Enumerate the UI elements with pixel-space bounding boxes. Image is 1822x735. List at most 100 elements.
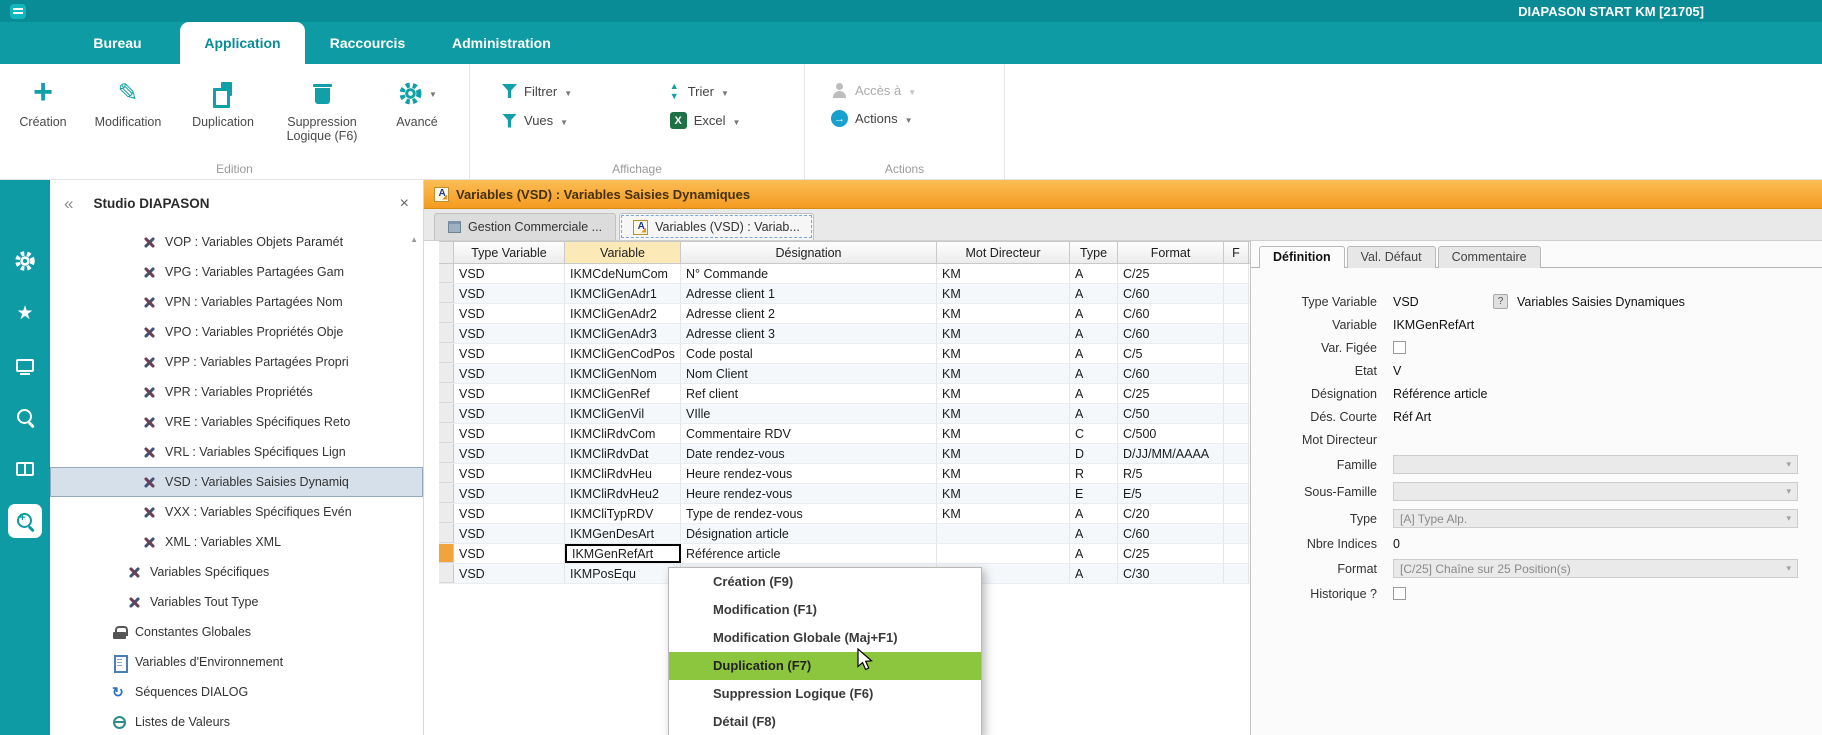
context-menu-item[interactable]: Création (F9) [669, 568, 981, 596]
col-header-extra[interactable]: F [1224, 242, 1249, 263]
tree-item[interactable]: Variables Tout Type [50, 587, 423, 617]
chevron-down-icon [1786, 513, 1791, 524]
row-selector[interactable] [439, 504, 454, 523]
avance-button[interactable]: Avancé [378, 74, 456, 157]
col-header-type[interactable]: Type [1070, 242, 1118, 263]
row-selector[interactable] [439, 444, 454, 463]
table-row[interactable]: VSD IKMCdeNumCom N° Commande KM A C/25 [439, 264, 1250, 284]
table-row[interactable]: VSD IKMCliGenNom Nom Client KM A C/60 [439, 364, 1250, 384]
cell-type: E [1070, 484, 1118, 503]
collapse-icon[interactable]: « [64, 194, 73, 214]
col-header-format[interactable]: Format [1118, 242, 1224, 263]
tree-item[interactable]: VPO : Variables Propriétés Obje [50, 317, 423, 347]
table-row[interactable]: VSD IKMCliRdvHeu Heure rendez-vous KM R … [439, 464, 1250, 484]
col-header-type-variable[interactable]: Type Variable [454, 242, 565, 263]
row-selector[interactable] [439, 544, 454, 563]
tree-item[interactable]: VRE : Variables Spécifiques Reto [50, 407, 423, 437]
table-row[interactable]: VSD IKMCliTypRDV Type de rendez-vous KM … [439, 504, 1250, 524]
panel-tab[interactable]: Définition [1259, 246, 1345, 268]
group-label-edition: Edition [0, 162, 469, 176]
row-selector[interactable] [439, 484, 454, 503]
search-plus-icon[interactable] [8, 504, 42, 538]
tree-item[interactable]: XML : Variables XML [50, 527, 423, 557]
tab-variables-vsd[interactable]: Variables (VSD) : Variab... [619, 213, 814, 240]
menu-tab[interactable]: Administration [430, 22, 573, 64]
table-row[interactable]: VSD IKMGenDesArt Désignation article A C… [439, 524, 1250, 544]
modification-button[interactable]: Modification [82, 74, 174, 157]
menu-tab[interactable]: Application [180, 22, 305, 64]
scroll-up-icon[interactable] [410, 235, 418, 244]
monitor-icon[interactable] [8, 348, 42, 382]
row-selector[interactable] [439, 464, 454, 483]
row-selector[interactable] [439, 304, 454, 323]
panel-tab[interactable]: Val. Défaut [1347, 246, 1436, 268]
table-row[interactable]: VSD IKMCliGenVil VIlle KM A C/50 [439, 404, 1250, 424]
tab-gestion-commerciale[interactable]: Gestion Commerciale ... [434, 213, 616, 240]
gear-icon[interactable] [8, 244, 42, 278]
table-row[interactable]: VSD IKMCliGenAdr1 Adresse client 1 KM A … [439, 284, 1250, 304]
tree-item[interactable]: VPN : Variables Partagées Nom [50, 287, 423, 317]
row-selector[interactable] [439, 424, 454, 443]
tree-item[interactable]: VRL : Variables Spécifiques Lign [50, 437, 423, 467]
tree-item[interactable]: Séquences DIALOG [50, 677, 423, 707]
tree-item[interactable]: VPR : Variables Propriétés [50, 377, 423, 407]
header-selector[interactable] [439, 242, 454, 263]
tree-item[interactable]: VPG : Variables Partagées Gam [50, 257, 423, 287]
menu-tab[interactable]: Bureau [55, 22, 180, 64]
row-selector[interactable] [439, 524, 454, 543]
table-row[interactable]: VSD IKMCliRdvCom Commentaire RDV KM C C/… [439, 424, 1250, 444]
search-icon[interactable] [8, 400, 42, 434]
table-row[interactable]: VSD IKMCliGenAdr3 Adresse client 3 KM A … [439, 324, 1250, 344]
table-row[interactable]: VSD IKMGenRefArt Référence article A C/2… [439, 544, 1250, 564]
cell-type: R [1070, 464, 1118, 483]
sous-famille-select [1393, 482, 1798, 501]
close-icon[interactable]: × [400, 195, 409, 213]
row-selector[interactable] [439, 364, 454, 383]
table-row[interactable]: VSD IKMCliGenAdr2 Adresse client 2 KM A … [439, 304, 1250, 324]
panel-tab[interactable]: Commentaire [1438, 246, 1541, 268]
actions-button[interactable]: Actions [831, 110, 1004, 127]
table-row[interactable]: VSD IKMCliGenRef Ref client KM A C/25 [439, 384, 1250, 404]
row-selector[interactable] [439, 284, 454, 303]
tree-item[interactable]: Variables Spécifiques [50, 557, 423, 587]
var-figee-checkbox[interactable] [1393, 341, 1406, 354]
row-selector[interactable] [439, 264, 454, 283]
pencil-icon [118, 78, 139, 108]
table-row[interactable]: VSD IKMCliRdvHeu2 Heure rendez-vous KM E… [439, 484, 1250, 504]
tree-item[interactable]: Variables d'Environnement [50, 647, 423, 677]
vues-button[interactable]: Vues [502, 112, 636, 129]
row-selector[interactable] [439, 404, 454, 423]
tree-item[interactable]: Constantes Globales [50, 617, 423, 647]
col-header-designation[interactable]: Désignation [681, 242, 937, 263]
tree-item[interactable]: Listes de Valeurs [50, 707, 423, 735]
tree-item[interactable]: VOP : Variables Objets Paramét [50, 227, 423, 257]
context-menu-item[interactable]: Suppression Logique (F6) [669, 680, 981, 708]
star-icon[interactable] [8, 296, 42, 330]
row-selector[interactable] [439, 564, 454, 583]
tree-item[interactable]: VSD : Variables Saisies Dynamiq [50, 467, 423, 497]
col-header-variable[interactable]: Variable [565, 242, 681, 263]
table-row[interactable]: VSD IKMCliGenCodPos Code postal KM A C/5 [439, 344, 1250, 364]
menu-tab[interactable]: Raccourcis [305, 22, 430, 64]
tree-item[interactable]: VPP : Variables Partagées Propri [50, 347, 423, 377]
tree-item-label: VRL : Variables Spécifiques Lign [165, 445, 346, 459]
context-menu-item[interactable]: Modification (F1) [669, 596, 981, 624]
creation-button[interactable]: Création [10, 74, 76, 157]
filtrer-button[interactable]: Filtrer [502, 82, 636, 100]
suppression-logique-button[interactable]: Suppression Logique (F6) [272, 74, 372, 157]
duplication-button[interactable]: Duplication [180, 74, 266, 157]
row-selector[interactable] [439, 324, 454, 343]
trier-button[interactable]: Trier [670, 82, 804, 100]
row-selector[interactable] [439, 384, 454, 403]
historique-checkbox[interactable] [1393, 587, 1406, 600]
context-menu-item[interactable]: Modification Globale (Maj+F1) [669, 624, 981, 652]
row-selector[interactable] [439, 344, 454, 363]
tree-item[interactable]: VXX : Variables Spécifiques Evén [50, 497, 423, 527]
col-header-mot-directeur[interactable]: Mot Directeur [937, 242, 1070, 263]
table-row[interactable]: VSD IKMCliRdvDat Date rendez-vous KM D D… [439, 444, 1250, 464]
context-menu-item[interactable]: Détail (F8) [669, 708, 981, 735]
columns-icon[interactable] [8, 452, 42, 486]
context-menu-item[interactable]: Duplication (F7) [669, 652, 981, 680]
help-button[interactable]: ? [1493, 294, 1508, 309]
excel-button[interactable]: Excel [670, 112, 804, 129]
